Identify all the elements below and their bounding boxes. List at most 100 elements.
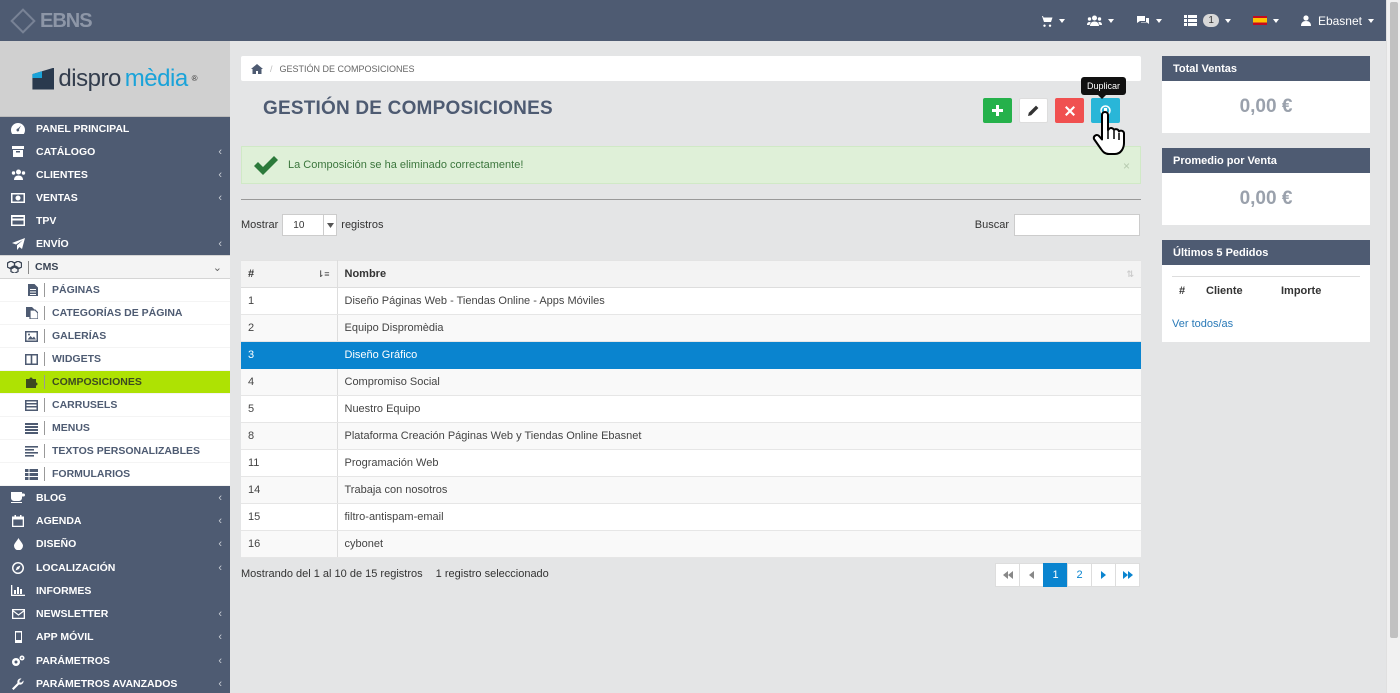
- users-menu[interactable]: [1087, 15, 1115, 27]
- sidebar-item-app-movil[interactable]: APP MÓVIL ‹: [0, 626, 230, 649]
- cell-name: Nuestro Equipo: [337, 395, 1141, 423]
- average-sale-value: 0,00 €: [1239, 188, 1293, 209]
- sidebar-item-galerias[interactable]: GALERÍAS: [0, 325, 230, 348]
- tasks-menu[interactable]: 1: [1184, 14, 1231, 27]
- home-icon[interactable]: [251, 63, 263, 74]
- chevron-left-icon: [1029, 571, 1034, 579]
- close-icon: [1064, 105, 1075, 116]
- sidebar-item-envio[interactable]: ENVÍO ‹: [0, 232, 230, 255]
- sidebar-item-menus[interactable]: MENUS: [0, 417, 230, 440]
- cell-name: Plataforma Creación Páginas Web y Tienda…: [337, 422, 1141, 450]
- chevron-left-icon: ‹: [218, 631, 222, 644]
- sidebar-item-textos-personalizables[interactable]: TEXTOS PERSONALIZABLES: [0, 440, 230, 463]
- table-row-selected[interactable]: 3 Diseño Gráfico: [241, 341, 1141, 369]
- table-row[interactable]: 2 Equipo Dispromèdia: [241, 314, 1141, 342]
- cell-name: Diseño Páginas Web - Tiendas Online - Ap…: [337, 287, 1141, 315]
- first-page-button[interactable]: [995, 563, 1020, 587]
- chevron-left-icon: ‹: [218, 561, 222, 574]
- dispromedia-logo-icon: [32, 67, 55, 90]
- sidebar-item-agenda[interactable]: AGENDA ‹: [0, 509, 230, 532]
- cell-name: Diseño Gráfico: [337, 341, 1141, 369]
- sidebar-item-clientes[interactable]: CLIENTES ‹: [0, 163, 230, 186]
- divider: [241, 199, 1141, 200]
- chevron-down-icon: [1156, 18, 1163, 23]
- page-scrollbar[interactable]: [1386, 0, 1400, 693]
- app-logo[interactable]: EBNS: [10, 8, 93, 34]
- sidebar-item-localizacion[interactable]: LOCALIZACIÓN ‹: [0, 556, 230, 579]
- table-row[interactable]: 14 Trabaja con nosotros: [241, 476, 1141, 504]
- sidebar-item-parametros[interactable]: PARÁMETROS ‹: [0, 649, 230, 672]
- sidebar-item-label: CATÁLOGO: [36, 145, 96, 158]
- cell-id: 3: [241, 341, 338, 369]
- sidebar-item-newsletter[interactable]: NEWSLETTER ‹: [0, 602, 230, 625]
- sidebar-item-blog[interactable]: BLOG ‹: [0, 486, 230, 509]
- cell-id: 14: [241, 476, 338, 504]
- sidebar-item-label: AGENDA: [36, 514, 82, 527]
- table-row[interactable]: 8 Plataforma Creación Páginas Web y Tiend…: [241, 422, 1141, 450]
- top-bar: EBNS 1 Ebasnet: [0, 0, 1386, 41]
- language-menu[interactable]: [1252, 16, 1279, 25]
- sidebar-item-carrusels[interactable]: CARRUSELS: [0, 394, 230, 417]
- cms-submenu: PÁGINAS CATEGORÍAS DE PÁGINA GALERÍAS WI…: [0, 279, 230, 486]
- sidebar-item-ventas[interactable]: VENTAS ‹: [0, 186, 230, 209]
- coffee-icon: [11, 492, 25, 504]
- sidebar-item-parametros-avanzados[interactable]: PARÁMETROS AVANZADOS ‹: [0, 672, 230, 693]
- messages-menu[interactable]: [1136, 15, 1163, 27]
- sidebar-item-diseno[interactable]: DISEÑO ‹: [0, 533, 230, 556]
- sidebar-item-catalogo[interactable]: CATÁLOGO ‹: [0, 140, 230, 163]
- orders-column-id: #: [1179, 285, 1186, 297]
- brand-registered: ®: [191, 74, 198, 83]
- chevron-left-icon: ‹: [218, 608, 222, 621]
- user-menu[interactable]: Ebasnet: [1300, 14, 1374, 28]
- search-label: Buscar: [974, 219, 1009, 231]
- view-all-orders-link[interactable]: Ver todos/as: [1172, 318, 1360, 330]
- cart-menu[interactable]: [1040, 15, 1066, 27]
- table-row[interactable]: 5 Nuestro Equipo: [241, 395, 1141, 423]
- sidebar-item-cms[interactable]: CMS ⌄: [0, 255, 230, 279]
- wrench-icon: [12, 678, 24, 691]
- scrollbar-thumb[interactable]: [1390, 2, 1398, 638]
- column-header-nombre[interactable]: Nombre ⇅: [337, 260, 1141, 288]
- sidebar-item-paginas[interactable]: PÁGINAS: [0, 279, 230, 302]
- last-page-button[interactable]: [1115, 563, 1140, 587]
- sidebar-item-label: MENUS: [52, 422, 90, 434]
- brand-text-part1: dispro: [58, 64, 121, 92]
- brand-logo[interactable]: dispro mèdia ®: [0, 41, 230, 117]
- table-row[interactable]: 11 Programación Web: [241, 449, 1141, 477]
- add-button[interactable]: [983, 98, 1012, 123]
- previous-page-button[interactable]: [1019, 563, 1044, 587]
- page-1-button[interactable]: 1: [1043, 563, 1068, 587]
- sidebar-item-formularios[interactable]: FORMULARIOS: [0, 463, 230, 486]
- edit-button[interactable]: [1019, 98, 1048, 123]
- page-2-button[interactable]: 2: [1067, 563, 1092, 587]
- next-page-button[interactable]: [1091, 563, 1116, 587]
- total-sales-panel: Total Ventas 0,00 €: [1162, 56, 1370, 133]
- page-length-control: Mostrar 10 registros: [241, 214, 383, 236]
- sidebar-item-label: GALERÍAS: [52, 330, 107, 342]
- sidebar-item-panel-principal[interactable]: PANEL PRINCIPAL: [0, 117, 230, 140]
- page-size-select[interactable]: 10: [282, 214, 338, 236]
- search-input[interactable]: [1014, 214, 1140, 236]
- delete-button[interactable]: [1055, 98, 1084, 123]
- sidebar-item-composiciones[interactable]: COMPOSICIONES: [0, 371, 230, 394]
- sidebar-item-label: FORMULARIOS: [52, 468, 131, 480]
- divider: [28, 260, 29, 274]
- column-header-id[interactable]: # ⇂≡: [241, 260, 338, 288]
- sidebar-item-informes[interactable]: INFORMES: [0, 579, 230, 602]
- users-icon: [1087, 15, 1103, 26]
- table-row[interactable]: 4 Compromiso Social: [241, 368, 1141, 396]
- breadcrumb: / GESTIÓN DE COMPOSICIONES: [241, 56, 1141, 81]
- sidebar-item-widgets[interactable]: WIDGETS: [0, 348, 230, 371]
- sidebar-item-tpv[interactable]: TPV: [0, 209, 230, 232]
- table-row[interactable]: 1 Diseño Páginas Web - Tiendas Online - A…: [241, 287, 1141, 315]
- records-info: Mostrando del 1 al 10 de 15 registros: [241, 568, 423, 580]
- table-row[interactable]: 16 cybonet: [241, 530, 1141, 558]
- sidebar-item-categorias-de-pagina[interactable]: CATEGORÍAS DE PÁGINA: [0, 302, 230, 325]
- divider: [44, 398, 45, 412]
- users-icon: [11, 169, 25, 180]
- chevron-left-icon: ‹: [218, 168, 222, 181]
- orders-header: # Cliente Importe: [1172, 276, 1360, 297]
- table-row[interactable]: 15 filtro-antispam-email: [241, 503, 1141, 531]
- cart-icon: [1040, 15, 1053, 27]
- files-icon: [26, 307, 38, 319]
